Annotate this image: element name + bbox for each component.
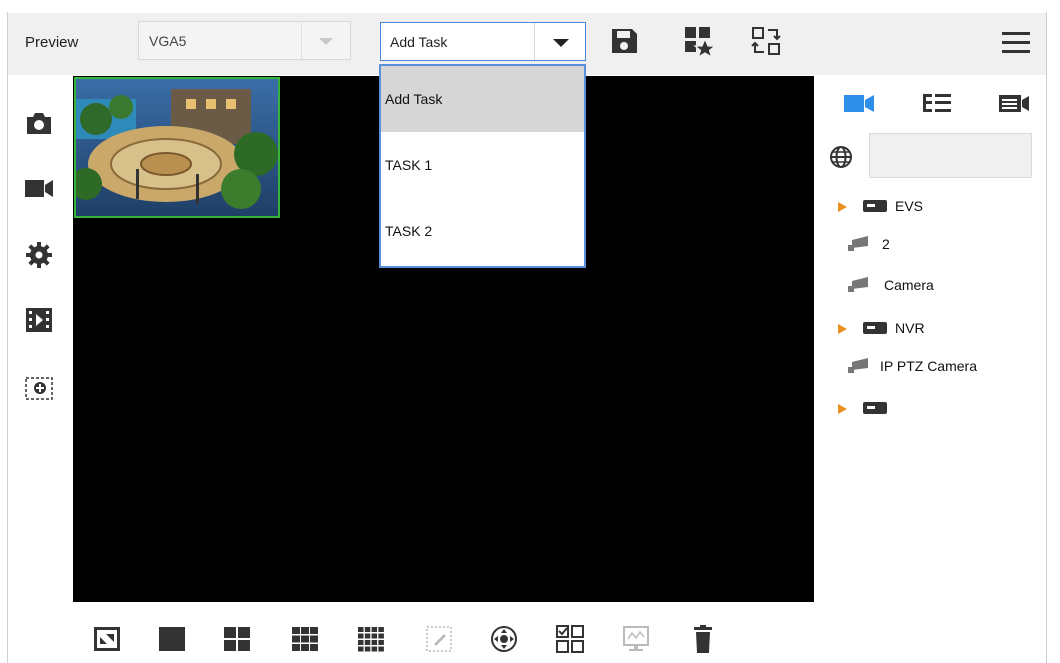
device-icon — [863, 200, 887, 212]
task-option[interactable]: Add Task — [381, 66, 584, 132]
globe-icon[interactable] — [829, 145, 853, 169]
view-select-arrow-button[interactable] — [301, 22, 350, 59]
view-select-value: VGA5 — [149, 33, 187, 49]
chevron-down-icon — [319, 38, 333, 45]
tree-item-camera[interactable]: Camera — [838, 275, 978, 297]
task-select[interactable]: Add Task — [380, 22, 586, 61]
task-option[interactable]: TASK 1 — [381, 132, 584, 198]
video-record-icon[interactable] — [24, 173, 54, 203]
add-window-icon[interactable] — [24, 373, 54, 403]
layout-1-icon[interactable] — [157, 624, 187, 654]
ptz-control-icon[interactable] — [489, 624, 519, 654]
expand-caret-icon[interactable] — [838, 404, 847, 414]
task-option[interactable]: TASK 2 — [381, 198, 584, 264]
multi-select-layout-icon[interactable] — [555, 624, 585, 654]
tree-item-group[interactable] — [838, 398, 918, 420]
page-title: Preview — [25, 34, 79, 51]
view-select[interactable]: VGA5 — [138, 21, 351, 60]
tab-devices-camera-icon[interactable] — [842, 90, 876, 116]
video-frame-image — [76, 79, 278, 216]
ip-camera-icon — [848, 358, 868, 373]
fullscreen-icon[interactable] — [92, 624, 122, 654]
menu-icon[interactable] — [1001, 30, 1031, 56]
monitor-icon — [623, 626, 649, 651]
tree-item-camera[interactable]: 2 — [838, 234, 958, 256]
task-dropdown-menu: Add Task TASK 1 TASK 2 — [379, 64, 586, 268]
expand-caret-icon[interactable] — [838, 324, 847, 334]
task-select-arrow-button[interactable] — [534, 23, 585, 60]
chevron-down-icon — [553, 39, 569, 47]
layout-9-icon[interactable] — [290, 624, 320, 654]
gear-icon[interactable] — [24, 240, 54, 270]
tree-item-group[interactable]: EVS — [838, 196, 958, 218]
save-icon[interactable] — [608, 25, 640, 57]
switch-icon[interactable] — [750, 25, 782, 57]
trash-icon[interactable] — [688, 624, 718, 654]
ip-camera-icon — [848, 277, 868, 292]
tree-item-group[interactable]: NVR — [838, 318, 958, 340]
device-search-input[interactable] — [869, 133, 1032, 178]
tab-camera-list-icon[interactable] — [997, 90, 1031, 116]
layout-4-icon[interactable] — [222, 624, 252, 654]
favorite-layout-icon[interactable] — [683, 25, 715, 57]
tab-list-icon[interactable] — [921, 90, 955, 116]
device-icon — [863, 402, 887, 414]
camera-snapshot-icon[interactable] — [24, 108, 54, 138]
video-pane-selected[interactable] — [74, 77, 280, 218]
layout-16-icon[interactable] — [356, 624, 386, 654]
expand-caret-icon[interactable] — [838, 202, 847, 212]
task-select-value: Add Task — [390, 34, 448, 50]
device-icon — [863, 322, 887, 334]
tree-item-camera[interactable]: IP PTZ Camera — [838, 356, 1008, 378]
ip-camera-icon — [848, 236, 868, 251]
custom-layout-edit-icon — [426, 626, 452, 652]
playback-film-icon[interactable] — [24, 305, 54, 335]
